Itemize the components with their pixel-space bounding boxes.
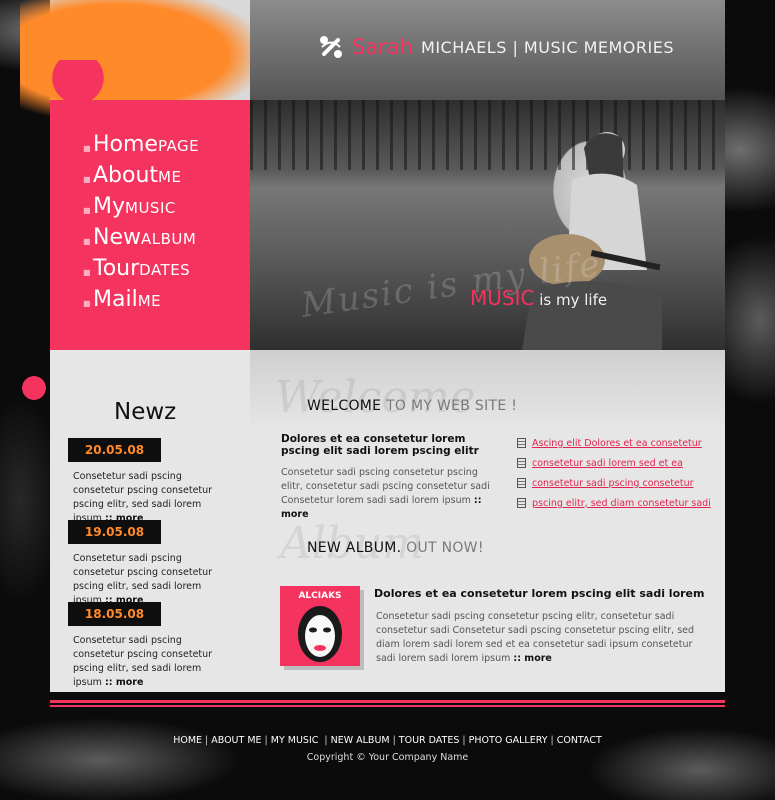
news-item: 19.05.08 Consetetur sadi pscing consetet…: [68, 520, 228, 608]
welcome-heading-light: TO MY WEB SITE !: [381, 398, 518, 414]
album-heading-dark: NEW ALBUM.: [307, 540, 402, 556]
brand-logo-icon: [320, 36, 342, 58]
nav-item-mail[interactable]: ■ Mail ME: [83, 287, 199, 318]
list-item: consetetur sadi pscing consetetur: [517, 473, 711, 493]
album-heading: NEW ALBUM. OUT NOW!: [307, 540, 484, 556]
news-date: 20.05.08: [68, 438, 161, 462]
footer-link-about[interactable]: ABOUT ME: [211, 735, 261, 746]
album-cover-text: ALCIAKS: [298, 591, 341, 601]
news-date: 19.05.08: [68, 520, 161, 544]
album-cover[interactable]: ALCIAKS: [280, 586, 360, 666]
document-icon: [517, 458, 526, 468]
separator: |: [462, 735, 466, 746]
nav-item-music[interactable]: ■ My MUSIC: [83, 194, 199, 225]
footer-link-contact[interactable]: CONTACT: [557, 735, 602, 746]
footer-link-gallery[interactable]: PHOTO GALLERY: [469, 735, 548, 746]
nav-item-album[interactable]: ■ New ALBUM: [83, 225, 199, 256]
nav-item-small-label: ME: [137, 292, 162, 310]
nav-item-big-label: About: [93, 163, 159, 188]
news-title: Newz: [114, 399, 177, 425]
nav-item-small-label: MUSIC: [125, 199, 176, 217]
bullet-icon: ■: [83, 206, 91, 215]
footer-link-tour[interactable]: TOUR DATES: [399, 735, 460, 746]
nav-item-small-label: PAGE: [157, 137, 200, 155]
document-icon: [517, 498, 526, 508]
footer-link-music[interactable]: MY MUSIC: [271, 735, 322, 746]
hero-caption-highlight: MUSIC: [470, 286, 535, 310]
footer-link-album[interactable]: NEW ALBUM: [331, 735, 390, 746]
list-item: consetetur sadi lorem sed et ea: [517, 453, 711, 473]
bullet-icon: ■: [83, 299, 91, 308]
welcome-heading-dark: WELCOME: [307, 398, 382, 414]
welcome-subtitle: Dolores et ea consetetur lorem pscing el…: [281, 433, 479, 457]
welcome-heading: WELCOME TO MY WEB SITE !: [307, 398, 517, 414]
album-body: Consetetur sadi pscing consetetur pscing…: [376, 610, 696, 666]
nav-item-small-label: ALBUM: [141, 230, 197, 248]
nav-item-small-label: ME: [158, 168, 182, 186]
bullet-icon: ■: [83, 175, 91, 184]
guitarist-silhouette: [522, 132, 662, 350]
bullet-icon: ■: [83, 144, 91, 153]
footer-link-home[interactable]: HOME: [173, 735, 202, 746]
news-date: 18.05.08: [68, 602, 161, 626]
nav-item-big-label: My: [93, 194, 126, 219]
site-brand[interactable]: Sarah MICHAELS | MUSIC MEMORIES: [318, 32, 674, 62]
nav-item-big-label: Home: [93, 132, 158, 157]
separator: |: [264, 735, 268, 746]
document-icon: [517, 478, 526, 488]
list-item: Ascing elit Dolores et ea consetetur: [517, 433, 711, 453]
footer-navigation: HOME | ABOUT ME | MY MUSIC | NEW ALBUM | TOUR D…: [50, 735, 725, 746]
news-text: Consetetur sadi pscing consetetur pscing…: [68, 470, 228, 526]
nav-item-tour[interactable]: ■ Tour DATES: [83, 256, 199, 287]
brand-title: MICHAELS | MUSIC MEMORIES: [421, 37, 674, 57]
document-icon: [517, 438, 526, 448]
welcome-links: Ascing elit Dolores et ea consetetur con…: [517, 433, 711, 513]
hero-caption: MUSIC is my life: [470, 286, 607, 310]
hero-photo: Music is my life MUSIC is my life: [250, 100, 725, 350]
nav-item-big-label: New: [93, 225, 141, 250]
nav-item-big-label: Mail: [93, 287, 138, 312]
welcome-link[interactable]: pscing elitr, sed diam consetetur sadi: [532, 498, 711, 509]
news-item: 20.05.08 Consetetur sadi pscing consetet…: [68, 438, 228, 526]
main-navigation: ■ Home PAGE ■ About ME ■ My MUSIC ■ New …: [83, 132, 199, 318]
nav-item-big-label: Tour: [93, 256, 140, 281]
bullet-icon: ■: [83, 268, 91, 277]
album-title: Dolores et ea consetetur lorem pscing el…: [374, 587, 705, 600]
separator: |: [550, 735, 554, 746]
welcome-link[interactable]: consetetur sadi lorem sed et ea: [532, 458, 683, 469]
album-heading-light: OUT NOW!: [401, 540, 484, 556]
brand-first-name: Sarah: [352, 35, 414, 59]
welcome-body-text: Consetetur sadi pscing consetetur pscing…: [281, 467, 490, 506]
more-link[interactable]: :: more: [513, 653, 551, 664]
more-link[interactable]: :: more: [105, 677, 143, 688]
bullet-icon: ■: [83, 237, 91, 246]
nav-item-about[interactable]: ■ About ME: [83, 163, 199, 194]
news-text: Consetetur sadi pscing consetetur pscing…: [68, 634, 228, 690]
nav-item-small-label: DATES: [139, 261, 191, 279]
welcome-link[interactable]: Ascing elit Dolores et ea consetetur: [532, 438, 702, 449]
news-item: 18.05.08 Consetetur sadi pscing consetet…: [68, 602, 228, 690]
list-item: pscing elitr, sed diam consetetur sadi: [517, 493, 711, 513]
welcome-body: Consetetur sadi pscing consetetur pscing…: [281, 466, 496, 522]
album-cover-art: ALCIAKS: [280, 586, 360, 666]
separator: |: [205, 735, 209, 746]
news-text: Consetetur sadi pscing consetetur pscing…: [68, 552, 228, 608]
hero-caption-text: is my life: [534, 291, 608, 309]
separator: |: [324, 735, 328, 746]
welcome-link[interactable]: consetetur sadi pscing consetetur: [532, 478, 694, 489]
separator: |: [392, 735, 396, 746]
nav-item-home[interactable]: ■ Home PAGE: [83, 132, 199, 163]
